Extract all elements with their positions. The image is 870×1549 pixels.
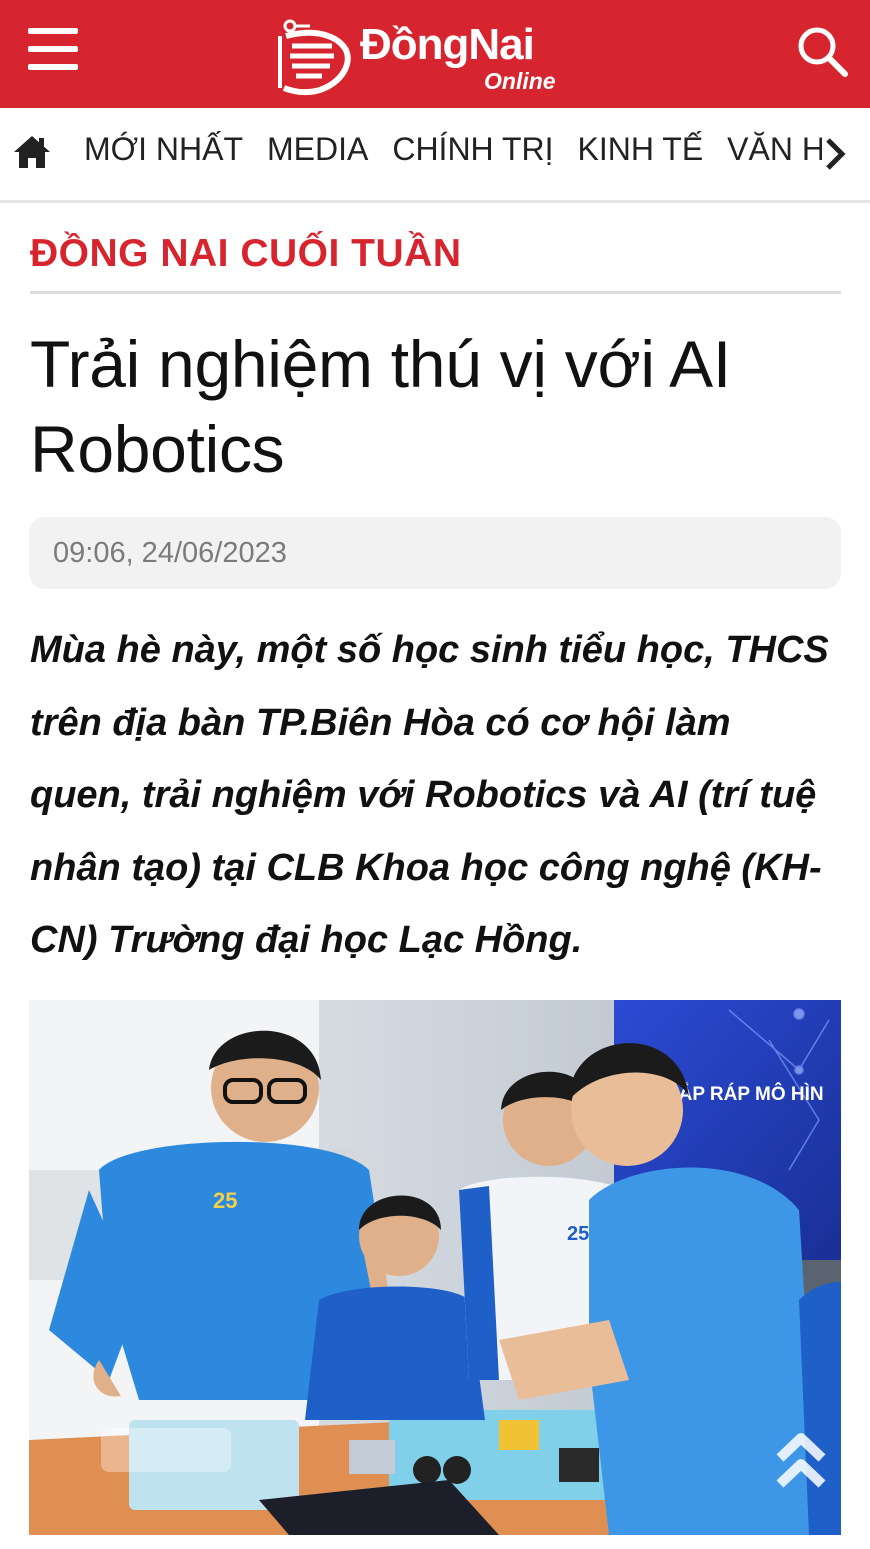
scroll-to-top-button[interactable]: [774, 1428, 828, 1494]
hamburger-icon-line: [28, 64, 78, 70]
article-date-box: 09:06, 24/06/2023: [29, 517, 841, 589]
home-icon: [14, 136, 50, 168]
hamburger-icon: [28, 28, 78, 34]
search-button[interactable]: [795, 24, 849, 78]
article-title: Trải nghiệm thú vị với AI Robotics: [30, 327, 731, 486]
nav-scroll-right-button[interactable]: [822, 136, 848, 172]
logo-subtitle: Online: [484, 68, 556, 94]
photo-illustration: LẮP RÁP MÔ HÌN 25 25: [29, 1000, 841, 1535]
article-photo[interactable]: LẮP RÁP MÔ HÌN 25 25: [29, 1000, 841, 1535]
chevron-right-icon: [826, 138, 846, 170]
hamburger-icon-line: [28, 46, 78, 52]
nav-items: MỚI NHẤT MEDIA CHÍNH TRỊ KINH TẾ VĂN HÓA: [84, 108, 824, 200]
logo-word: ĐồngNai: [360, 20, 535, 69]
logo-mark-icon: [278, 19, 351, 96]
nav-item-chinh-tri[interactable]: CHÍNH TRỊ: [392, 108, 553, 190]
article-datetime: 09:06, 24/06/2023: [53, 537, 287, 569]
article-category[interactable]: ĐỒNG NAI CUỐI TUẦN: [30, 232, 462, 276]
nav-item-kinh-te[interactable]: KINH TẾ: [578, 108, 704, 190]
photo-banner-text: LẮP RÁP MÔ HÌN: [667, 1083, 824, 1105]
svg-text:25: 25: [567, 1223, 589, 1245]
search-icon: [798, 27, 848, 77]
site-logo[interactable]: ĐồngNai Online: [276, 14, 596, 98]
nav-item-van-hoa[interactable]: VĂN HÓA: [727, 108, 824, 190]
category-divider: [30, 291, 841, 294]
menu-button[interactable]: [28, 28, 78, 70]
article-sapo: Mùa hè này, một số học sinh tiểu học, TH…: [30, 629, 829, 961]
shirt-logo-text: 25: [213, 1188, 237, 1213]
top-header: ĐồngNai Online: [0, 0, 870, 108]
nav-home-button[interactable]: [12, 134, 52, 170]
nav-item-moi-nhat[interactable]: MỚI NHẤT: [84, 108, 243, 190]
category-nav: MỚI NHẤT MEDIA CHÍNH TRỊ KINH TẾ VĂN HÓA: [0, 108, 870, 203]
double-chevron-up-icon: [776, 1433, 826, 1488]
nav-item-media[interactable]: MEDIA: [267, 108, 368, 190]
